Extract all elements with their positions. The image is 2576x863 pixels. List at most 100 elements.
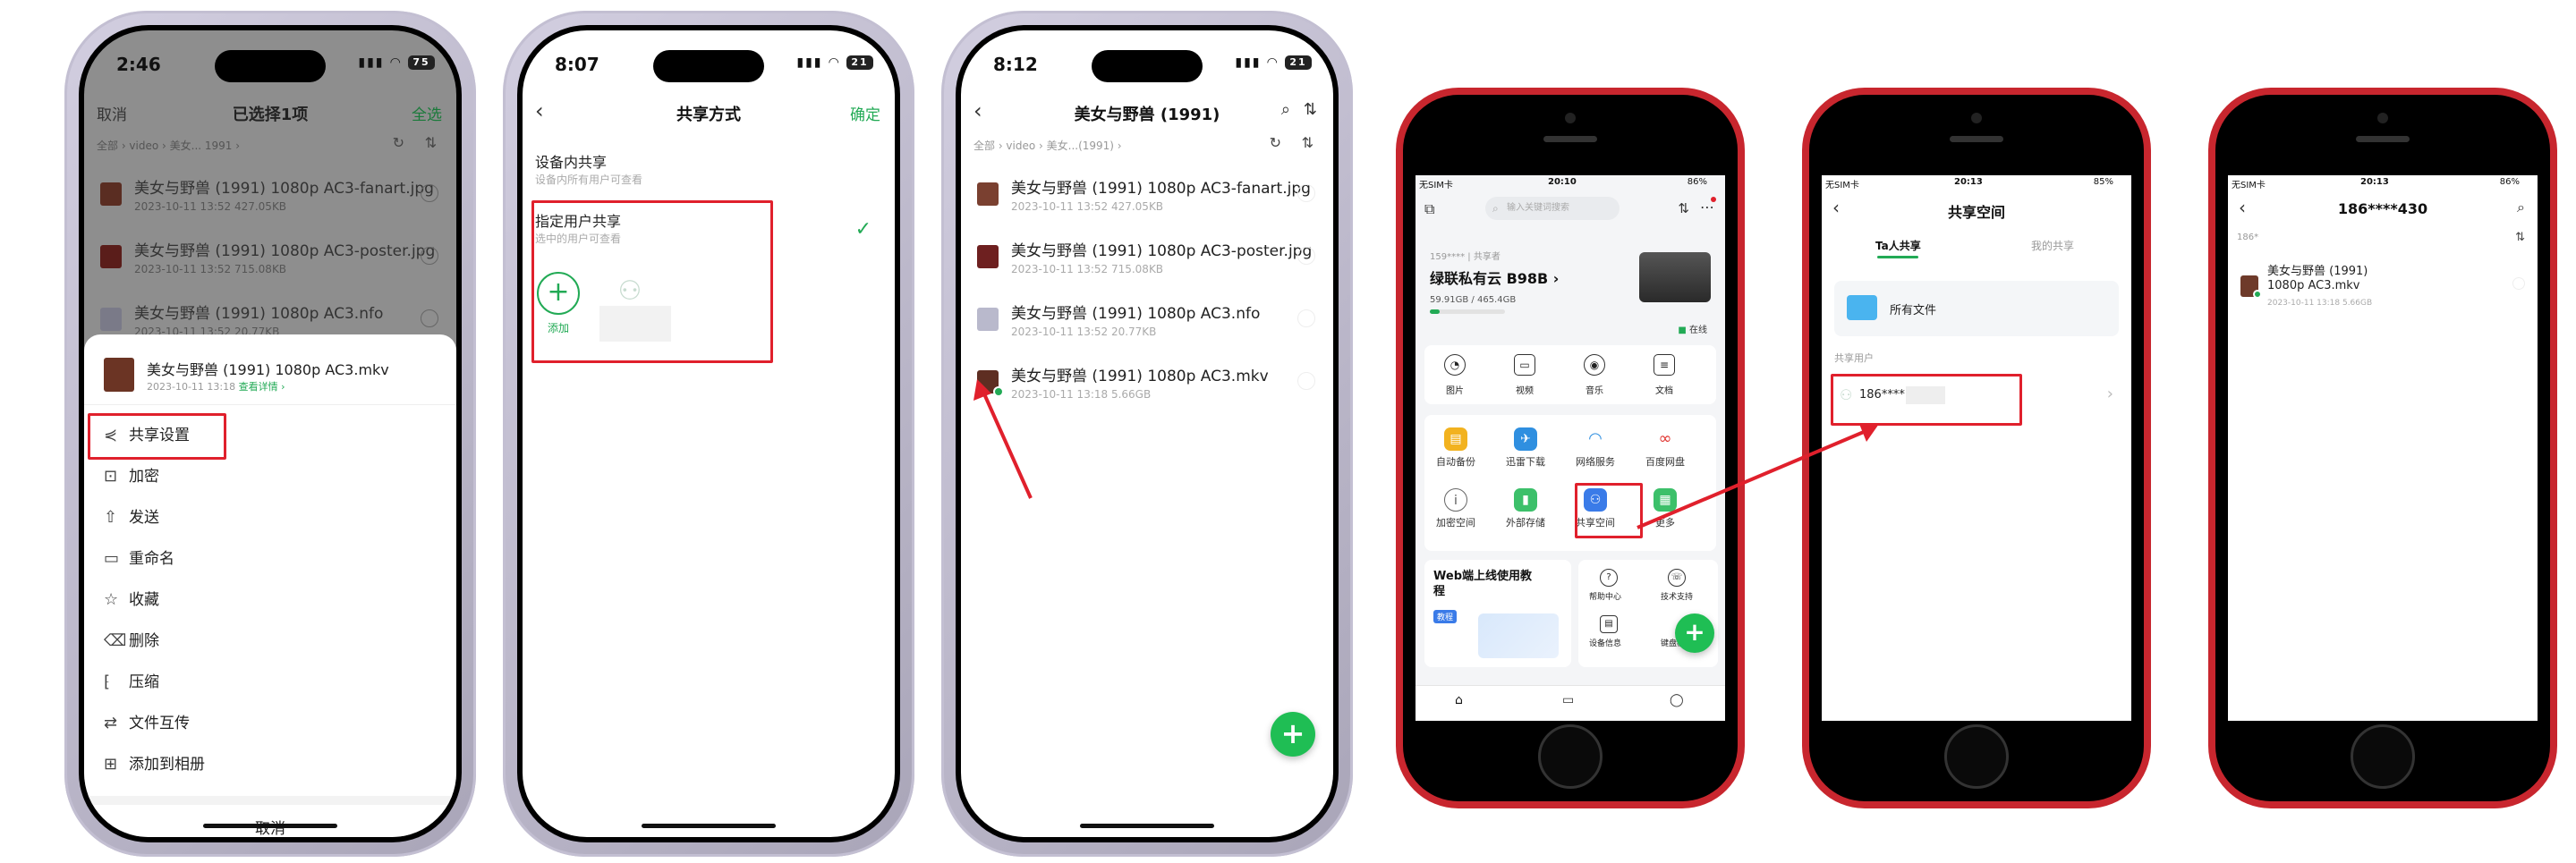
breadcrumb[interactable]: 186* bbox=[2237, 233, 2258, 242]
file-name[interactable]: 美女与野兽 (1991) 1080p AC3.nfo bbox=[134, 300, 383, 323]
menu-add-to-album[interactable]: ⊞ 添加到相册 bbox=[104, 751, 205, 778]
music-icon[interactable]: ◉ bbox=[1584, 354, 1605, 376]
search-input[interactable]: ⌕ 输入关键词搜索 bbox=[1485, 197, 1620, 220]
star-icon: ☆ bbox=[104, 590, 119, 609]
page-title: 共享空间 bbox=[1947, 204, 2005, 221]
filter-icon[interactable]: ⇅ bbox=[2515, 231, 2525, 244]
row-radio[interactable] bbox=[2512, 277, 2525, 290]
refresh-icon[interactable]: ↻ bbox=[393, 134, 404, 151]
select-radio[interactable] bbox=[421, 309, 438, 327]
confirm-button[interactable]: 确定 bbox=[850, 102, 880, 124]
help-label: 技术支持 bbox=[1661, 593, 1694, 602]
role: 共享者 bbox=[1473, 252, 1501, 262]
earpiece bbox=[1950, 136, 2003, 142]
network-service-icon[interactable]: ◠ bbox=[1584, 427, 1607, 451]
phone-2: 8:07 ▮▮▮ ◠ 21 ‹ 共享方式 确定 设备内共享 设备内所有用户可查看… bbox=[503, 11, 914, 857]
video-icon[interactable]: ▭ bbox=[1514, 354, 1535, 376]
menu-label: 添加到相册 bbox=[129, 756, 205, 774]
tab-files-icon[interactable]: ▭ bbox=[1562, 693, 1574, 707]
online-status: ■ 在线 bbox=[1678, 322, 1707, 335]
tech-support-icon[interactable]: ☏ bbox=[1668, 569, 1686, 587]
device-switch-icon[interactable]: ⧉ bbox=[1424, 200, 1434, 218]
tab-my-share[interactable]: 我的共享 bbox=[2031, 238, 2074, 253]
home-indicator bbox=[1080, 824, 1214, 828]
menu-label: 收藏 bbox=[129, 591, 159, 609]
tab-others-share[interactable]: Ta人共享 bbox=[1875, 238, 1921, 253]
add-fab-button[interactable]: + bbox=[1675, 613, 1714, 653]
backup-icon[interactable]: ▤ bbox=[1444, 427, 1467, 451]
battery-icon: 75 bbox=[408, 55, 435, 70]
picture-icon[interactable]: ◔ bbox=[1444, 354, 1466, 376]
menu-delete[interactable]: ⌫ 删除 bbox=[104, 628, 159, 655]
document-icon[interactable]: ≡ bbox=[1654, 354, 1675, 376]
notification-dot bbox=[1711, 197, 1716, 202]
tab-underline bbox=[1877, 256, 1918, 258]
status-bar: 无SIM卡 20:13 86% bbox=[2228, 175, 2538, 190]
dynamic-island bbox=[653, 50, 764, 82]
option-device-share[interactable]: 设备内共享 设备内所有用户可查看 bbox=[523, 138, 895, 197]
sheet-file-date: 2023-10-11 13:18 bbox=[147, 381, 236, 393]
carrier: 无SIM卡 bbox=[2232, 181, 2266, 190]
phone-6: 无SIM卡 20:13 86% ‹ 186****430 ⌕ 186* ⇅ 美女… bbox=[2208, 88, 2557, 808]
shared-badge-icon bbox=[2253, 290, 2262, 299]
tab-me-icon[interactable]: ◯ bbox=[1670, 693, 1684, 707]
home-button[interactable] bbox=[1944, 724, 2009, 789]
status-bar: 无SIM卡 20:13 85% bbox=[1822, 175, 2131, 190]
status-time: 20:13 bbox=[1954, 177, 1983, 187]
menu-rename[interactable]: ▭ 重命名 bbox=[104, 546, 174, 572]
search-icon[interactable]: ⌕ bbox=[2517, 199, 2525, 216]
album-icon: ⊞ bbox=[104, 755, 118, 774]
menu-encrypt[interactable]: ⊡ 加密 bbox=[104, 463, 159, 490]
highlight-specific-users bbox=[531, 200, 773, 363]
menu-label: 压缩 bbox=[129, 673, 159, 691]
carrier: 无SIM卡 bbox=[1419, 181, 1453, 190]
home-button[interactable] bbox=[2351, 724, 2415, 789]
menu-file-transfer[interactable]: ⇄ 文件互传 bbox=[104, 710, 190, 737]
storage-bar-fill bbox=[1430, 309, 1440, 314]
action-sheet: 美女与野兽 (1991) 1080p AC3.mkv 2023-10-11 13… bbox=[84, 334, 456, 837]
search-icon: ⌕ bbox=[1492, 202, 1499, 215]
earpiece bbox=[2356, 136, 2410, 142]
battery: 86% bbox=[2499, 177, 2520, 187]
device-name[interactable]: 绿联私有云 B98B › bbox=[1430, 267, 1559, 288]
thunder-download-icon[interactable]: ✈ bbox=[1514, 427, 1537, 451]
storage-text: 59.91GB / 465.4GB bbox=[1430, 295, 1517, 305]
file-name[interactable]: 美女与野兽 (1991) 1080p AC3-poster.jpg bbox=[134, 238, 435, 260]
banner-title: Web端上线使用教程 bbox=[1433, 570, 1532, 598]
external-storage-icon[interactable]: ▮ bbox=[1514, 488, 1537, 512]
select-radio[interactable] bbox=[421, 247, 438, 265]
tutorial-banner[interactable]: Web端上线使用教程 教程 bbox=[1424, 560, 1571, 667]
breadcrumb[interactable]: 全部 › video › 美女... 1991 › bbox=[97, 138, 240, 153]
phone-3: 8:12 ▮▮▮ ◠ 21 ‹ 美女与野兽 (1991) ⌕ ⇅ 全部 › vi… bbox=[941, 11, 1353, 857]
menu-favorite[interactable]: ☆ 收藏 bbox=[104, 587, 159, 613]
home-button[interactable] bbox=[1538, 724, 1603, 789]
phone-1-display: 2:46 ▮▮▮ ◠ 75 取消 已选择1项 全选 全部 › video › 美… bbox=[84, 30, 456, 837]
device-info-icon[interactable]: ▤ bbox=[1600, 615, 1618, 633]
quick-label: 视频 bbox=[1516, 386, 1534, 396]
online-icon: ■ bbox=[1678, 326, 1687, 335]
status-bar: 无SIM卡 20:10 86% bbox=[1416, 175, 1725, 190]
sort-icon[interactable]: ⇅ bbox=[1678, 200, 1689, 216]
menu-send[interactable]: ⇧ 发送 bbox=[104, 504, 159, 531]
tab-home-icon[interactable]: ⌂ bbox=[1455, 693, 1463, 707]
select-radio[interactable] bbox=[421, 184, 438, 202]
encrypted-space-icon[interactable]: i bbox=[1444, 488, 1467, 512]
app-label: 加密空间 bbox=[1436, 517, 1475, 529]
bottom-tab-bar: ⌂ ▭ ◯ bbox=[1416, 685, 1725, 721]
annotation-arrow bbox=[1637, 424, 1879, 529]
all-files-card[interactable]: 所有文件 bbox=[1834, 281, 2119, 336]
earpiece bbox=[1543, 136, 1597, 142]
dynamic-island bbox=[1092, 50, 1203, 82]
all-files-label: 所有文件 bbox=[1890, 304, 1937, 317]
menu-label: 文件互传 bbox=[129, 715, 190, 732]
front-camera bbox=[1565, 113, 1576, 123]
phone-2-display: 8:07 ▮▮▮ ◠ 21 ‹ 共享方式 确定 设备内共享 设备内所有用户可查看… bbox=[523, 30, 895, 837]
file-name[interactable]: 美女与野兽 (1991) 1080p AC3-fanart.jpg bbox=[134, 175, 434, 198]
filter-icon[interactable]: ⇅ bbox=[425, 134, 437, 151]
help-center-icon[interactable]: ? bbox=[1600, 569, 1618, 587]
file-name[interactable]: 美女与野兽 (1991) 1080p AC3.mkv bbox=[2267, 265, 2402, 293]
details-link[interactable]: 查看详情 › bbox=[239, 381, 285, 393]
highlight-share-settings bbox=[88, 413, 226, 460]
menu-compress[interactable]: ⁅ 压缩 bbox=[104, 669, 159, 696]
select-all-button[interactable]: 全选 bbox=[412, 102, 442, 124]
